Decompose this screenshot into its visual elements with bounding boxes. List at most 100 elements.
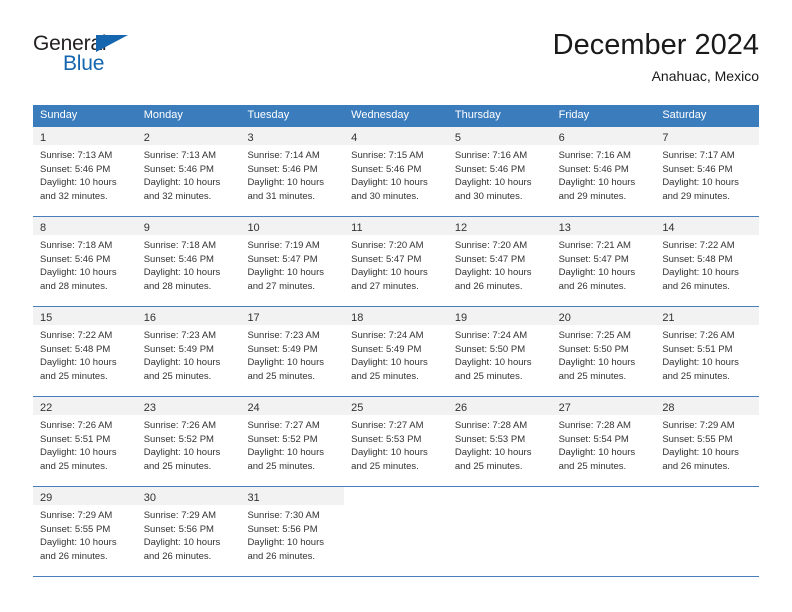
day-number: 10 <box>247 222 260 234</box>
daylight-text-line2: and 25 minutes. <box>143 370 212 382</box>
day-number-band: 28 <box>655 397 760 415</box>
daylight-text-line1: Daylight: 10 hours <box>40 357 117 368</box>
sunset-text: Sunset: 5:53 PM <box>351 433 422 445</box>
sunset-text: Sunset: 5:51 PM <box>662 343 733 355</box>
day-cell[interactable]: 30 Sunrise: 7:29 AM Sunset: 5:56 PM Dayligh… <box>136 487 241 576</box>
day-cell[interactable]: 20 Sunrise: 7:25 AM Sunset: 5:50 PM Dayligh… <box>551 307 656 396</box>
day-cell[interactable]: 10 Sunrise: 7:19 AM Sunset: 5:47 PM Dayligh… <box>240 217 345 306</box>
day-cell[interactable]: 26 Sunrise: 7:28 AM Sunset: 5:53 PM Dayligh… <box>447 397 552 486</box>
daylight-text-line1: Daylight: 10 hours <box>247 267 325 278</box>
sunrise-text: Sunrise: 7:24 AM <box>454 330 528 341</box>
logo-text-blue: Blue <box>63 52 105 75</box>
day-cell[interactable]: 1 Sunrise: 7:13 AM Sunset: 5:46 PM Daylight… <box>33 127 137 216</box>
day-cell[interactable]: 21 Sunrise: 7:26 AM Sunset: 5:51 PM Dayligh… <box>655 307 760 396</box>
day-number: 18 <box>351 312 364 324</box>
day-number-band: 5 <box>447 127 552 145</box>
sunrise-text: Sunrise: 7:20 AM <box>454 240 528 251</box>
day-cell[interactable]: 7 Sunrise: 7:17 AM Sunset: 5:46 PM Daylight… <box>655 127 760 216</box>
day-cell[interactable]: 11 Sunrise: 7:20 AM Sunset: 5:47 PM Dayligh… <box>344 217 448 306</box>
day-details: Sunrise: 7:16 AM Sunset: 5:46 PM Daylight:… <box>552 145 656 203</box>
daylight-text-line2: and 25 minutes. <box>351 370 419 382</box>
daylight-text-line2: and 26 minutes. <box>143 550 212 562</box>
sunset-text: Sunset: 5:46 PM <box>662 163 733 175</box>
sunrise-text: Sunrise: 7:18 AM <box>40 240 113 251</box>
day-number: 31 <box>247 492 260 504</box>
day-cell[interactable]: 16 Sunrise: 7:23 AM Sunset: 5:49 PM Dayligh… <box>136 307 241 396</box>
day-cell[interactable]: 24 Sunrise: 7:27 AM Sunset: 5:52 PM Dayligh… <box>240 397 345 486</box>
sunset-text: Sunset: 5:50 PM <box>558 343 629 355</box>
day-cell[interactable]: 5 Sunrise: 7:16 AM Sunset: 5:46 PM Daylight… <box>447 127 552 216</box>
day-cell[interactable]: 12 Sunrise: 7:20 AM Sunset: 5:47 PM Dayligh… <box>447 217 552 306</box>
day-number-band <box>447 487 552 505</box>
sunset-text: Sunset: 5:55 PM <box>40 523 111 535</box>
day-number-band <box>655 487 760 505</box>
day-number: 8 <box>40 222 47 234</box>
day-cell[interactable]: 28 Sunrise: 7:29 AM Sunset: 5:55 PM Dayligh… <box>655 397 760 486</box>
day-cell[interactable]: 4 Sunrise: 7:15 AM Sunset: 5:46 PM Daylight… <box>344 127 448 216</box>
day-details: Sunrise: 7:28 AM Sunset: 5:53 PM Daylight:… <box>448 415 552 473</box>
day-cell[interactable]: 8 Sunrise: 7:18 AM Sunset: 5:46 PM Daylight… <box>33 217 137 306</box>
calendar-page: General Blue December 2024 Anahuac, Mexi… <box>0 0 792 612</box>
day-cell[interactable]: 9 Sunrise: 7:18 AM Sunset: 5:46 PM Daylight… <box>136 217 241 306</box>
day-number-band: 31 <box>240 487 345 505</box>
day-cell[interactable]: 29 Sunrise: 7:29 AM Sunset: 5:55 PM Dayligh… <box>33 487 137 576</box>
daylight-text-line2: and 25 minutes. <box>454 460 523 472</box>
day-number-band: 24 <box>240 397 345 415</box>
sunset-text: Sunset: 5:46 PM <box>247 163 318 175</box>
sunrise-text: Sunrise: 7:18 AM <box>143 240 217 251</box>
sunrise-text: Sunrise: 7:20 AM <box>351 240 424 251</box>
day-number-band: 23 <box>136 397 241 415</box>
daylight-text-line2: and 25 minutes. <box>143 460 212 472</box>
daylight-text-line1: Daylight: 10 hours <box>454 177 532 188</box>
daylight-text-line2: and 30 minutes. <box>454 190 523 202</box>
day-cell[interactable]: 2 Sunrise: 7:13 AM Sunset: 5:46 PM Daylight… <box>136 127 241 216</box>
calendar-week-row: 1 Sunrise: 7:13 AM Sunset: 5:46 PM Daylight… <box>33 127 760 217</box>
daylight-text-line2: and 27 minutes. <box>351 280 419 292</box>
day-details: Sunrise: 7:27 AM Sunset: 5:52 PM Daylight:… <box>240 415 344 473</box>
daylight-text-line2: and 25 minutes. <box>40 460 108 472</box>
day-cell[interactable]: 14 Sunrise: 7:22 AM Sunset: 5:48 PM Dayligh… <box>655 217 760 306</box>
day-number: 9 <box>143 222 150 234</box>
daylight-text-line2: and 26 minutes. <box>662 280 730 292</box>
day-number-band: 25 <box>344 397 448 415</box>
sunrise-text: Sunrise: 7:27 AM <box>351 420 424 431</box>
daylight-text-line1: Daylight: 10 hours <box>40 267 117 278</box>
day-cell[interactable]: 19 Sunrise: 7:24 AM Sunset: 5:50 PM Dayligh… <box>447 307 552 396</box>
day-cell[interactable]: 18 Sunrise: 7:24 AM Sunset: 5:49 PM Dayligh… <box>344 307 448 396</box>
day-cell[interactable]: 31 Sunrise: 7:30 AM Sunset: 5:56 PM Dayligh… <box>240 487 345 576</box>
daylight-text-line2: and 25 minutes. <box>558 370 627 382</box>
generalblue-logo[interactable]: General Blue <box>33 32 233 88</box>
day-cell[interactable]: 17 Sunrise: 7:23 AM Sunset: 5:49 PM Dayligh… <box>240 307 345 396</box>
day-cell[interactable]: 23 Sunrise: 7:26 AM Sunset: 5:52 PM Dayligh… <box>136 397 241 486</box>
sunrise-text: Sunrise: 7:23 AM <box>247 330 320 341</box>
calendar-week-row: 8 Sunrise: 7:18 AM Sunset: 5:46 PM Daylight… <box>33 217 760 307</box>
sunrise-text: Sunrise: 7:22 AM <box>40 330 113 341</box>
page-subtitle-location: Anahuac, Mexico <box>651 68 759 84</box>
sunset-text: Sunset: 5:47 PM <box>351 253 422 265</box>
daylight-text-line1: Daylight: 10 hours <box>662 177 739 188</box>
day-cell[interactable]: 6 Sunrise: 7:16 AM Sunset: 5:46 PM Daylight… <box>551 127 656 216</box>
day-cell[interactable]: 13 Sunrise: 7:21 AM Sunset: 5:47 PM Dayligh… <box>551 217 656 306</box>
sunrise-text: Sunrise: 7:29 AM <box>40 510 113 521</box>
weekday-header-monday: Monday <box>143 109 183 121</box>
day-details: Sunrise: 7:26 AM Sunset: 5:52 PM Daylight:… <box>137 415 241 473</box>
day-cell[interactable]: 27 Sunrise: 7:28 AM Sunset: 5:54 PM Dayligh… <box>551 397 656 486</box>
day-cell[interactable]: 22 Sunrise: 7:26 AM Sunset: 5:51 PM Dayligh… <box>33 397 137 486</box>
day-details: Sunrise: 7:20 AM Sunset: 5:47 PM Daylight:… <box>344 235 448 293</box>
day-cell[interactable]: 3 Sunrise: 7:14 AM Sunset: 5:46 PM Daylight… <box>240 127 345 216</box>
daylight-text-line1: Daylight: 10 hours <box>351 177 428 188</box>
day-cell-empty <box>344 487 448 576</box>
day-number-band: 30 <box>136 487 241 505</box>
day-number: 6 <box>558 132 565 144</box>
daylight-text-line1: Daylight: 10 hours <box>247 447 325 458</box>
day-cell[interactable]: 25 Sunrise: 7:27 AM Sunset: 5:53 PM Dayligh… <box>344 397 448 486</box>
daylight-text-line1: Daylight: 10 hours <box>247 177 325 188</box>
daylight-text-line2: and 32 minutes. <box>143 190 212 202</box>
daylight-text-line2: and 26 minutes. <box>40 550 108 562</box>
weekday-header-thursday: Thursday <box>454 109 501 121</box>
daylight-text-line1: Daylight: 10 hours <box>454 447 532 458</box>
sunrise-text: Sunrise: 7:26 AM <box>40 420 113 431</box>
day-cell[interactable]: 15 Sunrise: 7:22 AM Sunset: 5:48 PM Dayligh… <box>33 307 137 396</box>
sunset-text: Sunset: 5:49 PM <box>143 343 214 355</box>
day-number: 13 <box>558 222 571 234</box>
